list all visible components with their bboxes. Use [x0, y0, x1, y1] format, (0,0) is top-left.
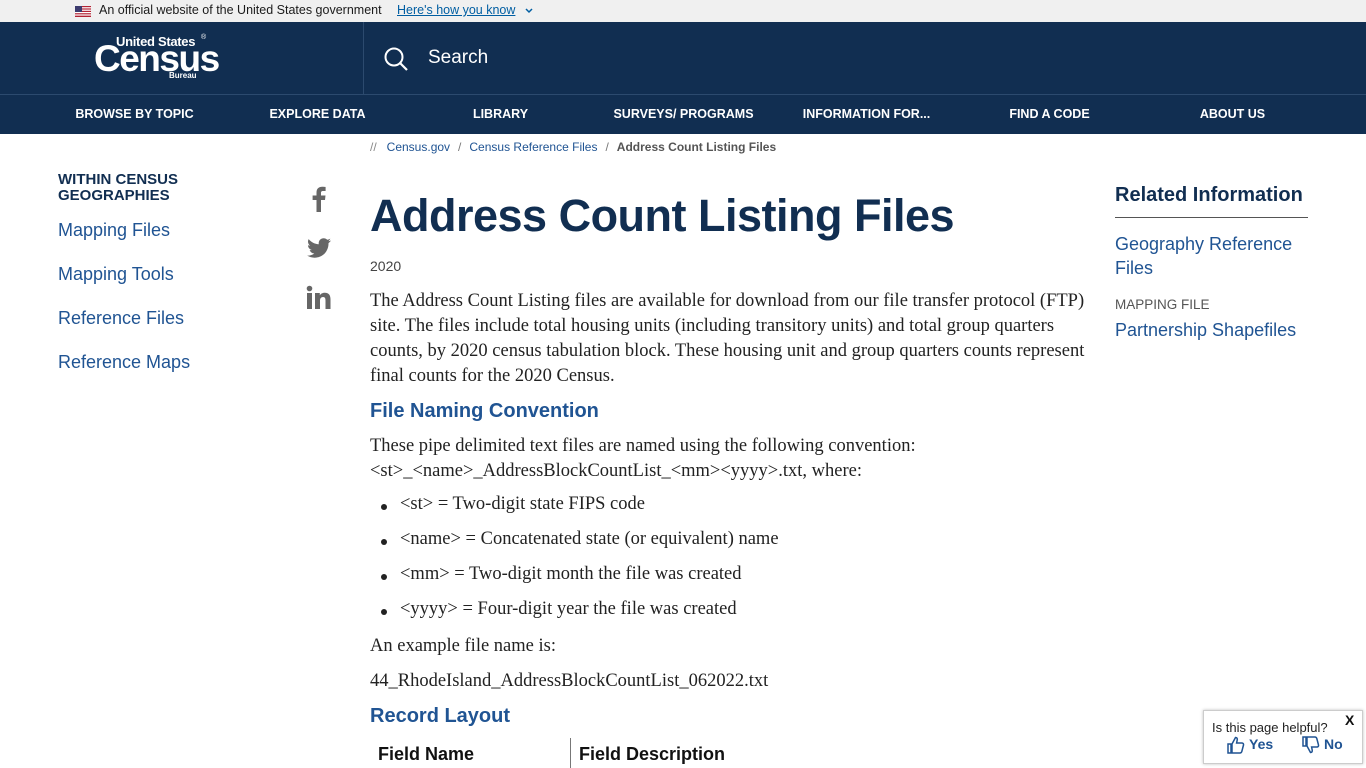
sidebar-item-reference-files[interactable]: Reference Files	[58, 308, 184, 329]
header-divider	[363, 22, 364, 94]
breadcrumb-separator: /	[605, 140, 609, 154]
related-information-heading: Related Information	[1115, 184, 1303, 206]
us-flag-icon	[75, 6, 91, 17]
feedback-widget: Is this page helpful? X Yes No	[1203, 710, 1363, 764]
facebook-icon[interactable]	[304, 184, 334, 214]
bullet-st: <st> = Two-digit state FIPS code	[400, 494, 645, 514]
heres-how-you-know-link[interactable]: Here's how you know	[397, 3, 515, 17]
nav-browse-by-topic[interactable]: BROWSE BY TOPIC	[43, 107, 226, 121]
intro-paragraph: The Address Count Listing files are avai…	[370, 291, 1085, 386]
thumbs-up-icon	[1227, 736, 1245, 754]
logo-census: Census	[94, 38, 220, 79]
related-category: MAPPING FILE	[1115, 297, 1210, 312]
table-header-field-name: Field Name	[378, 744, 475, 764]
bullet-dot	[381, 504, 387, 510]
sidebar-item-reference-maps[interactable]: Reference Maps	[58, 352, 190, 373]
chevron-down-icon[interactable]	[524, 6, 534, 16]
breadcrumb-census-reference-files[interactable]: Census Reference Files	[469, 140, 597, 154]
feedback-close-button[interactable]: X	[1345, 712, 1354, 728]
example-label: An example file name is:	[370, 636, 556, 656]
search-icon[interactable]	[383, 46, 409, 72]
breadcrumb-separator: /	[458, 140, 462, 154]
table-column-divider	[570, 738, 571, 768]
feedback-no-label: No	[1324, 736, 1343, 752]
breadcrumb: // Census.gov / Census Reference Files / Addr…	[370, 140, 776, 154]
thumbs-down-icon	[1302, 736, 1320, 754]
example-file-name: 44_RhodeIsland_AddressBlockCountList_062…	[370, 671, 769, 691]
nav-find-a-code[interactable]: FIND A CODE	[958, 107, 1141, 121]
nav-explore-data[interactable]: EXPLORE DATA	[226, 107, 409, 121]
breadcrumb-prefix: //	[370, 140, 377, 154]
sidebar-item-mapping-tools[interactable]: Mapping Tools	[58, 264, 174, 285]
sidebar-item-mapping-files[interactable]: Mapping Files	[58, 220, 170, 241]
nav-about-us[interactable]: ABOUT US	[1141, 107, 1324, 121]
bullet-mm: <mm> = Two-digit month the file was crea…	[400, 564, 742, 584]
bullet-name: <name> = Concatenated state (or equivale…	[400, 529, 779, 549]
naming-line-2: <st>_<name>_AddressBlockCountList_<mm><y…	[370, 461, 862, 481]
linkedin-icon[interactable]	[304, 283, 334, 313]
file-naming-heading: File Naming Convention	[370, 400, 599, 422]
logo-bureau: Bureau	[169, 71, 197, 80]
nav-library[interactable]: LIBRARY	[409, 107, 592, 121]
nav-surveys-programs[interactable]: SURVEYS/ PROGRAMS	[592, 107, 775, 121]
bullet-dot	[381, 609, 387, 615]
page-title: Address Count Listing Files	[370, 190, 955, 241]
bullet-yyyy: <yyyy> = Four-digit year the file was cr…	[400, 599, 737, 619]
record-layout-heading: Record Layout	[370, 705, 511, 727]
search-button[interactable]: Search	[428, 47, 488, 69]
sidebar-heading: WITHIN CENSUS GEOGRAPHIES	[58, 171, 178, 204]
bullet-dot	[381, 539, 387, 545]
feedback-question: Is this page helpful?	[1212, 720, 1328, 735]
site-header: United States ® Census Bureau Search	[0, 22, 1366, 94]
breadcrumb-current: Address Count Listing Files	[616, 140, 777, 154]
page-year: 2020	[370, 258, 402, 274]
nav-information-for[interactable]: INFORMATION FOR...	[775, 107, 958, 121]
related-divider	[1115, 217, 1308, 218]
related-link-geography-reference-files[interactable]: Geography Reference Files	[1115, 232, 1310, 280]
naming-line-1: These pipe delimited text files are name…	[370, 436, 916, 456]
gov-banner-text: An official website of the United States…	[99, 3, 382, 17]
breadcrumb-census-gov[interactable]: Census.gov	[387, 140, 450, 154]
table-header-field-description: Field Description	[579, 744, 726, 764]
bullet-dot	[381, 574, 387, 580]
gov-banner: An official website of the United States…	[0, 0, 1366, 22]
main-nav: BROWSE BY TOPIC EXPLORE DATA LIBRARY SUR…	[0, 94, 1366, 134]
feedback-yes-label: Yes	[1249, 736, 1274, 752]
related-link-partnership-shapefiles[interactable]: Partnership Shapefiles	[1115, 318, 1310, 342]
twitter-icon[interactable]	[304, 233, 334, 263]
